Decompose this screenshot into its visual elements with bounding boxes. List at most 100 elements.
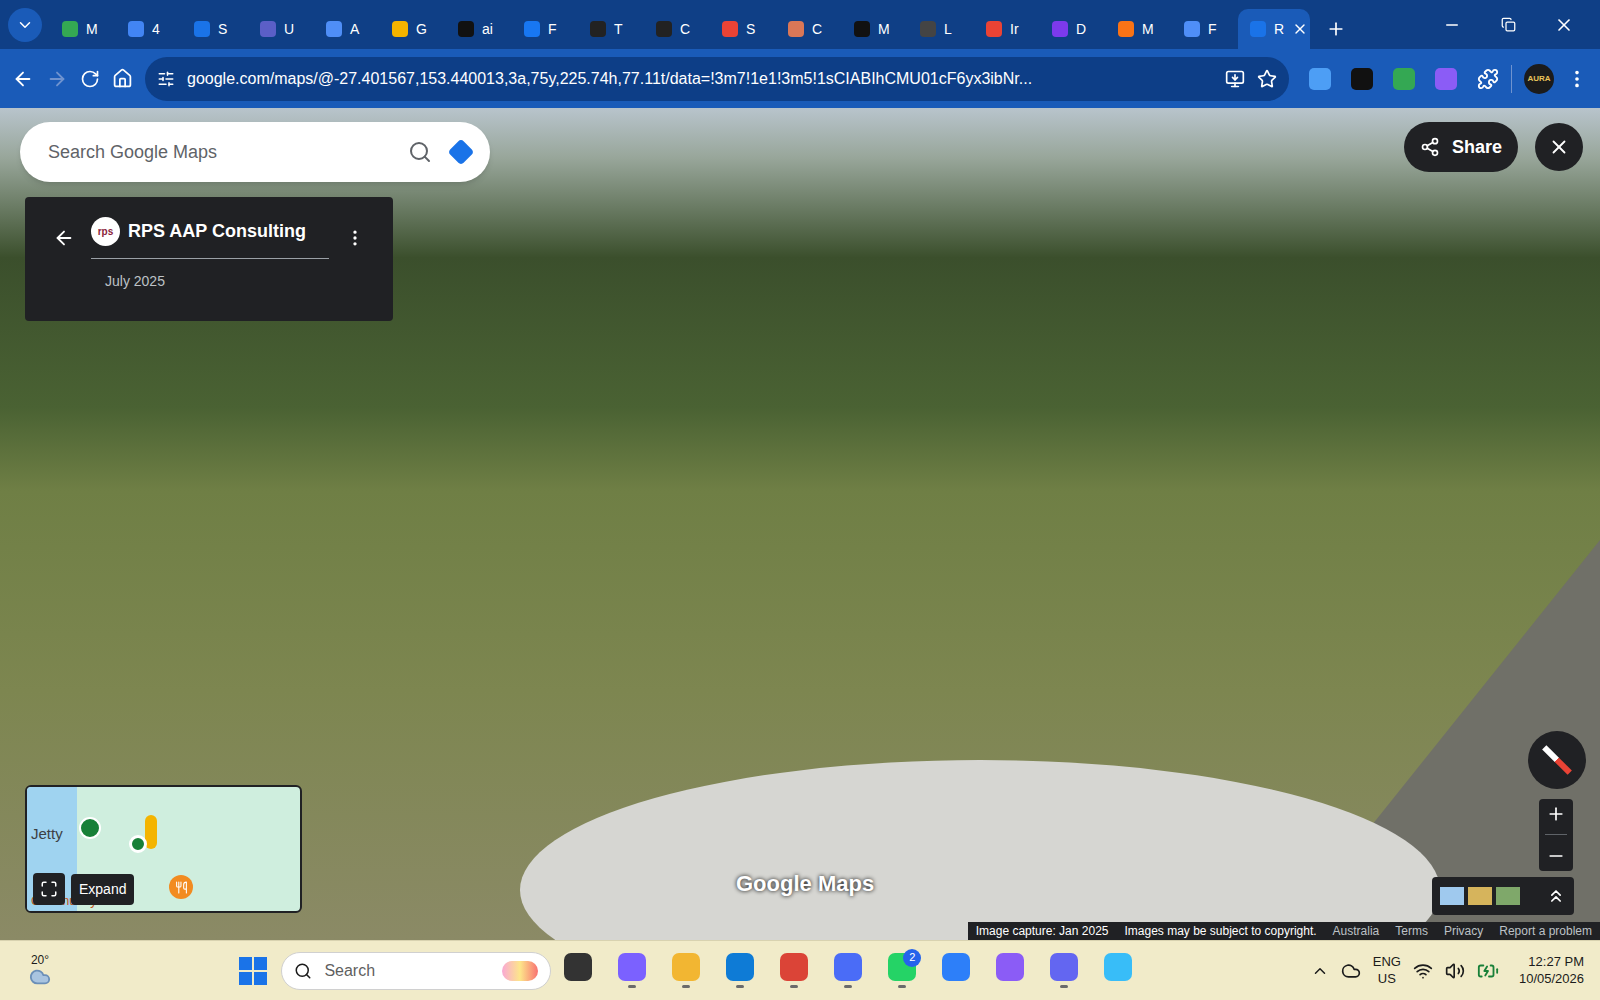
restaurant-pin[interactable] xyxy=(169,875,193,899)
browser-tab[interactable]: U xyxy=(248,9,314,49)
tab-search-button[interactable] xyxy=(8,8,42,42)
zoom-out-icon[interactable] xyxy=(1546,846,1566,866)
minimize-button[interactable] xyxy=(1424,0,1480,49)
share-button[interactable]: Share xyxy=(1404,122,1518,172)
bookmark-icon[interactable] xyxy=(1257,69,1277,89)
home-icon[interactable] xyxy=(112,68,133,89)
taskbar-app[interactable] xyxy=(1037,943,1091,999)
browser-tab[interactable]: R xyxy=(1238,9,1310,49)
layer-thumb[interactable] xyxy=(1440,887,1464,905)
running-indicator xyxy=(898,985,906,988)
new-tab-button[interactable] xyxy=(1318,9,1354,49)
browser-tab[interactable]: C xyxy=(644,9,710,49)
extension-icon[interactable] xyxy=(1435,68,1457,90)
street-view[interactable]: Search Google Maps rpsRPS AAP ConsultingJ… xyxy=(0,108,1600,940)
install-icon[interactable] xyxy=(1225,69,1245,89)
browser-tab[interactable]: D xyxy=(1040,9,1106,49)
app-icon xyxy=(996,953,1024,981)
watermark: Google Maps xyxy=(736,867,874,900)
extensions-icon[interactable] xyxy=(1477,68,1499,90)
zoom-in-icon[interactable] xyxy=(1546,804,1566,824)
browser-tab[interactable]: Ir xyxy=(974,9,1040,49)
browser-tab[interactable]: ai xyxy=(446,9,512,49)
browser-tab[interactable]: A xyxy=(314,9,380,49)
restore-button[interactable] xyxy=(1480,0,1536,49)
layer-thumb[interactable] xyxy=(1496,887,1520,905)
expand-button[interactable] xyxy=(33,873,65,905)
browser-tab[interactable]: S xyxy=(182,9,248,49)
browser-tab[interactable]: M xyxy=(50,9,116,49)
start-button[interactable] xyxy=(233,951,273,991)
weather-widget[interactable]: 20° xyxy=(12,954,68,988)
running-indicator xyxy=(574,985,582,988)
browser-tab[interactable]: L xyxy=(908,9,974,49)
battery-icon[interactable] xyxy=(1477,960,1499,982)
browser-tab[interactable]: G xyxy=(380,9,446,49)
back-icon[interactable] xyxy=(12,68,34,90)
clock[interactable]: 12:27 PM10/05/2026 xyxy=(1519,954,1584,987)
compass[interactable] xyxy=(1528,731,1586,789)
taskbar-app[interactable] xyxy=(929,943,983,999)
browser-tab[interactable]: F xyxy=(1172,9,1238,49)
layers-control[interactable] xyxy=(1432,877,1574,915)
extension-icon[interactable] xyxy=(1351,68,1373,90)
share-icon xyxy=(1420,137,1440,157)
park-pin[interactable] xyxy=(79,817,101,839)
car-hood xyxy=(520,760,1440,940)
profile-avatar[interactable]: AURA xyxy=(1524,64,1554,94)
running-indicator xyxy=(682,985,690,988)
browser-tab[interactable]: M xyxy=(1106,9,1172,49)
taskbar-app[interactable] xyxy=(767,943,821,999)
taskbar-app[interactable]: 2 xyxy=(875,943,929,999)
close-button[interactable] xyxy=(1535,123,1583,171)
browser-tab[interactable]: 4 xyxy=(116,9,182,49)
utensils-icon xyxy=(175,881,188,894)
menu-icon[interactable] xyxy=(1566,68,1588,90)
taskbar-app[interactable] xyxy=(1091,943,1145,999)
favicon-icon xyxy=(260,21,276,37)
layer-thumb[interactable] xyxy=(1468,887,1492,905)
browser-tab[interactable]: F xyxy=(512,9,578,49)
extension-icon[interactable] xyxy=(1309,68,1331,90)
taskbar-app[interactable] xyxy=(605,943,659,999)
expand-up-icon[interactable] xyxy=(1546,886,1566,906)
taskbar-search[interactable]: Search xyxy=(281,952,551,990)
directions-icon[interactable] xyxy=(448,139,474,165)
back-icon[interactable] xyxy=(53,227,75,249)
extension-icon[interactable] xyxy=(1393,68,1415,90)
close-window-button[interactable] xyxy=(1536,0,1592,49)
reload-icon[interactable] xyxy=(80,69,100,89)
favicon-icon xyxy=(854,21,870,37)
footer-link[interactable]: Terms xyxy=(1395,922,1428,940)
taskbar-app[interactable] xyxy=(551,943,605,999)
browser-tab[interactable]: M xyxy=(842,9,908,49)
site-info-icon[interactable] xyxy=(157,70,175,88)
taskbar-app[interactable] xyxy=(821,943,875,999)
minimap[interactable]: JettyCommunity ClubExpand xyxy=(25,785,302,913)
footer-bar: Image capture: Jan 2025Images may be sub… xyxy=(968,922,1600,940)
wifi-icon[interactable] xyxy=(1413,961,1433,981)
browser-tab[interactable]: S xyxy=(710,9,776,49)
chevron-up-icon[interactable] xyxy=(1311,962,1329,980)
address-bar[interactable]: google.com/maps/@-27.401567,153.440013,3… xyxy=(145,57,1289,101)
taskbar-app[interactable] xyxy=(659,943,713,999)
volume-icon[interactable] xyxy=(1445,961,1465,981)
close-tab-icon[interactable] xyxy=(1292,21,1308,37)
language-indicator[interactable]: ENGUS xyxy=(1373,954,1401,987)
browser-tab[interactable]: T xyxy=(578,9,644,49)
footer-link[interactable]: Privacy xyxy=(1444,922,1483,940)
taskbar-app[interactable] xyxy=(713,943,767,999)
search-box[interactable]: Search Google Maps xyxy=(20,122,490,182)
app-icon xyxy=(834,953,862,981)
more-icon[interactable] xyxy=(345,228,365,248)
search-icon[interactable] xyxy=(408,140,432,164)
footer-link[interactable]: Australia xyxy=(1333,922,1380,940)
zoom-control xyxy=(1539,799,1573,871)
running-indicator xyxy=(1060,985,1068,988)
taskbar-app[interactable] xyxy=(983,943,1037,999)
browser-tab[interactable]: C xyxy=(776,9,842,49)
onedrive-icon[interactable] xyxy=(1341,961,1361,981)
app-icon xyxy=(564,953,592,981)
footer-link[interactable]: Report a problem xyxy=(1499,922,1592,940)
place-card: rpsRPS AAP ConsultingJuly 2025 xyxy=(25,197,393,321)
